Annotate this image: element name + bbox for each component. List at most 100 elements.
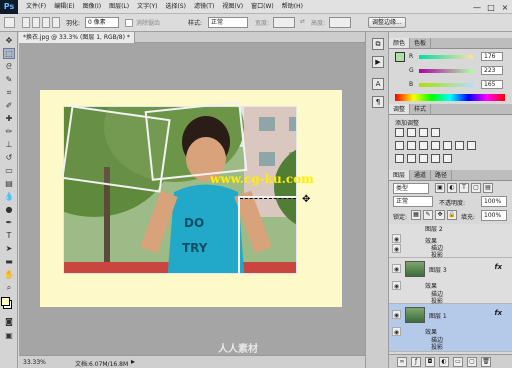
- eyedropper-tool-icon[interactable]: ✐: [3, 100, 15, 111]
- gradient-tool-icon[interactable]: ▤: [3, 178, 15, 189]
- stamp-tool-icon[interactable]: ⊥: [3, 139, 15, 150]
- new-layer-icon[interactable]: ▢: [467, 357, 477, 367]
- foreground-color-swatch[interactable]: [1, 297, 10, 306]
- path-select-tool-icon[interactable]: ➤: [3, 243, 15, 254]
- menu-help[interactable]: 帮助(H): [278, 0, 307, 14]
- add-mask-icon[interactable]: ◘: [425, 357, 435, 367]
- new-group-icon[interactable]: ▭: [453, 357, 463, 367]
- levels-icon[interactable]: [407, 128, 416, 137]
- menu-file[interactable]: 文件(F): [22, 0, 50, 14]
- fx-icon[interactable]: fx: [494, 263, 502, 271]
- new-selection-icon[interactable]: [22, 17, 30, 28]
- minimize-button[interactable]: —: [470, 0, 484, 14]
- height-field[interactable]: [329, 17, 351, 28]
- brush-tool-icon[interactable]: ✏: [3, 126, 15, 137]
- zoom-tool-icon[interactable]: ⌕: [3, 282, 15, 293]
- layer-row-3[interactable]: ◉ 图层 3 fx ◉ 效果 描边 投影: [389, 258, 512, 305]
- opacity-field[interactable]: 100%: [481, 196, 507, 207]
- shape-tool-icon[interactable]: ▬: [3, 256, 15, 267]
- photo-filter-icon[interactable]: [443, 141, 452, 150]
- dodge-tool-icon[interactable]: ●: [3, 204, 15, 215]
- maximize-button[interactable]: □: [484, 0, 498, 14]
- menu-image[interactable]: 图像(I): [79, 0, 105, 14]
- status-arrow-icon[interactable]: ▸: [131, 357, 135, 366]
- hand-tool-icon[interactable]: ✋: [3, 269, 15, 280]
- slider-g-track[interactable]: [419, 69, 473, 73]
- menu-filter[interactable]: 滤镜(T): [190, 0, 218, 14]
- menu-edit[interactable]: 编辑(E): [50, 0, 78, 14]
- slider-b-track[interactable]: [419, 83, 473, 87]
- lock-transparent-icon[interactable]: ▦: [411, 210, 421, 220]
- hue-saturation-icon[interactable]: [407, 141, 416, 150]
- healing-tool-icon[interactable]: ✚: [3, 113, 15, 124]
- antialias-checkbox[interactable]: [125, 19, 133, 27]
- fill-field[interactable]: 100%: [481, 210, 507, 221]
- close-button[interactable]: ×: [498, 0, 512, 14]
- slider-g-value[interactable]: 223: [481, 66, 503, 75]
- filter-pixel-icon[interactable]: ▣: [435, 183, 445, 193]
- quick-mask-icon[interactable]: ◙: [3, 316, 15, 327]
- photo-frame-tilted-mid[interactable]: [144, 101, 248, 181]
- document-canvas[interactable]: DO TRY www.cg-ku.com ✥: [40, 90, 342, 307]
- crop-tool-icon[interactable]: ⌗: [3, 87, 15, 98]
- menu-layer[interactable]: 图层(L): [105, 0, 133, 14]
- tab-styles[interactable]: 样式: [410, 104, 432, 114]
- slider-r-value[interactable]: 176: [481, 52, 503, 61]
- selective-color-icon[interactable]: [431, 154, 440, 163]
- visibility-icon[interactable]: ◉: [392, 244, 401, 253]
- slider-b[interactable]: B 165: [409, 80, 509, 90]
- delete-layer-icon[interactable]: 🗑: [481, 357, 491, 367]
- fx-icon[interactable]: fx: [494, 309, 502, 317]
- posterize-icon[interactable]: [407, 154, 416, 163]
- menu-view[interactable]: 视图(V): [218, 0, 247, 14]
- paragraph-panel-icon[interactable]: ¶: [372, 96, 384, 108]
- color-lookup-icon[interactable]: [467, 141, 476, 150]
- feather-field[interactable]: 0 像素: [85, 17, 119, 28]
- slider-b-value[interactable]: 165: [481, 80, 503, 89]
- menu-type[interactable]: 文字(Y): [133, 0, 161, 14]
- visibility-icon[interactable]: ◉: [392, 264, 401, 273]
- filter-adjust-icon[interactable]: ◐: [447, 183, 457, 193]
- style-select[interactable]: 正常: [208, 17, 248, 28]
- history-brush-icon[interactable]: ↺: [3, 152, 15, 163]
- width-field[interactable]: [273, 17, 295, 28]
- tab-paths[interactable]: 路径: [431, 170, 453, 180]
- tab-layers[interactable]: 图层: [389, 170, 411, 180]
- vibrance-icon[interactable]: [395, 141, 404, 150]
- menu-window[interactable]: 窗口(W): [247, 0, 278, 14]
- character-panel-icon[interactable]: A: [372, 78, 384, 90]
- type-tool-icon[interactable]: T: [3, 230, 15, 241]
- filter-smart-icon[interactable]: ▤: [483, 183, 493, 193]
- intersect-selection-icon[interactable]: [52, 17, 60, 28]
- marquee-tool-icon[interactable]: ⬚: [3, 48, 15, 59]
- channel-mixer-icon[interactable]: [455, 141, 464, 150]
- threshold-icon[interactable]: [419, 154, 428, 163]
- new-adjustment-icon[interactable]: ◐: [439, 357, 449, 367]
- photo-frame-right[interactable]: [238, 196, 298, 276]
- visibility-icon[interactable]: ◉: [392, 234, 401, 243]
- exposure-icon[interactable]: [431, 128, 440, 137]
- layer-filter-kind[interactable]: 类型: [393, 183, 429, 194]
- slider-r-track[interactable]: [419, 55, 473, 59]
- document-size[interactable]: 文档:6.07M/16.8M: [75, 359, 128, 368]
- history-panel-icon[interactable]: ⧉: [372, 38, 384, 50]
- tab-swatches[interactable]: 色板: [410, 38, 432, 48]
- curves-icon[interactable]: [419, 128, 428, 137]
- color-balance-icon[interactable]: [419, 141, 428, 150]
- slider-r[interactable]: R 176: [409, 52, 509, 62]
- filter-type-icon[interactable]: T: [459, 183, 469, 193]
- visibility-icon[interactable]: ◉: [392, 281, 401, 290]
- brightness-contrast-icon[interactable]: [395, 128, 404, 137]
- refine-edge-button[interactable]: 调整边缘...: [368, 17, 406, 28]
- lock-pixels-icon[interactable]: ✎: [423, 210, 433, 220]
- screen-mode-icon[interactable]: ▣: [3, 330, 15, 341]
- document-tab[interactable]: *换衣.jpg @ 33.3% (图层 1, RGB/8) *: [19, 32, 135, 43]
- blend-mode-select[interactable]: 正常: [393, 196, 433, 207]
- marquee-preset-icon[interactable]: [4, 17, 15, 28]
- quick-select-tool-icon[interactable]: ✎: [3, 74, 15, 85]
- color-spectrum[interactable]: [395, 94, 505, 101]
- gradient-map-icon[interactable]: [443, 154, 452, 163]
- blur-tool-icon[interactable]: 💧: [3, 191, 15, 202]
- invert-icon[interactable]: [395, 154, 404, 163]
- tab-adjustments[interactable]: 调整: [389, 104, 411, 114]
